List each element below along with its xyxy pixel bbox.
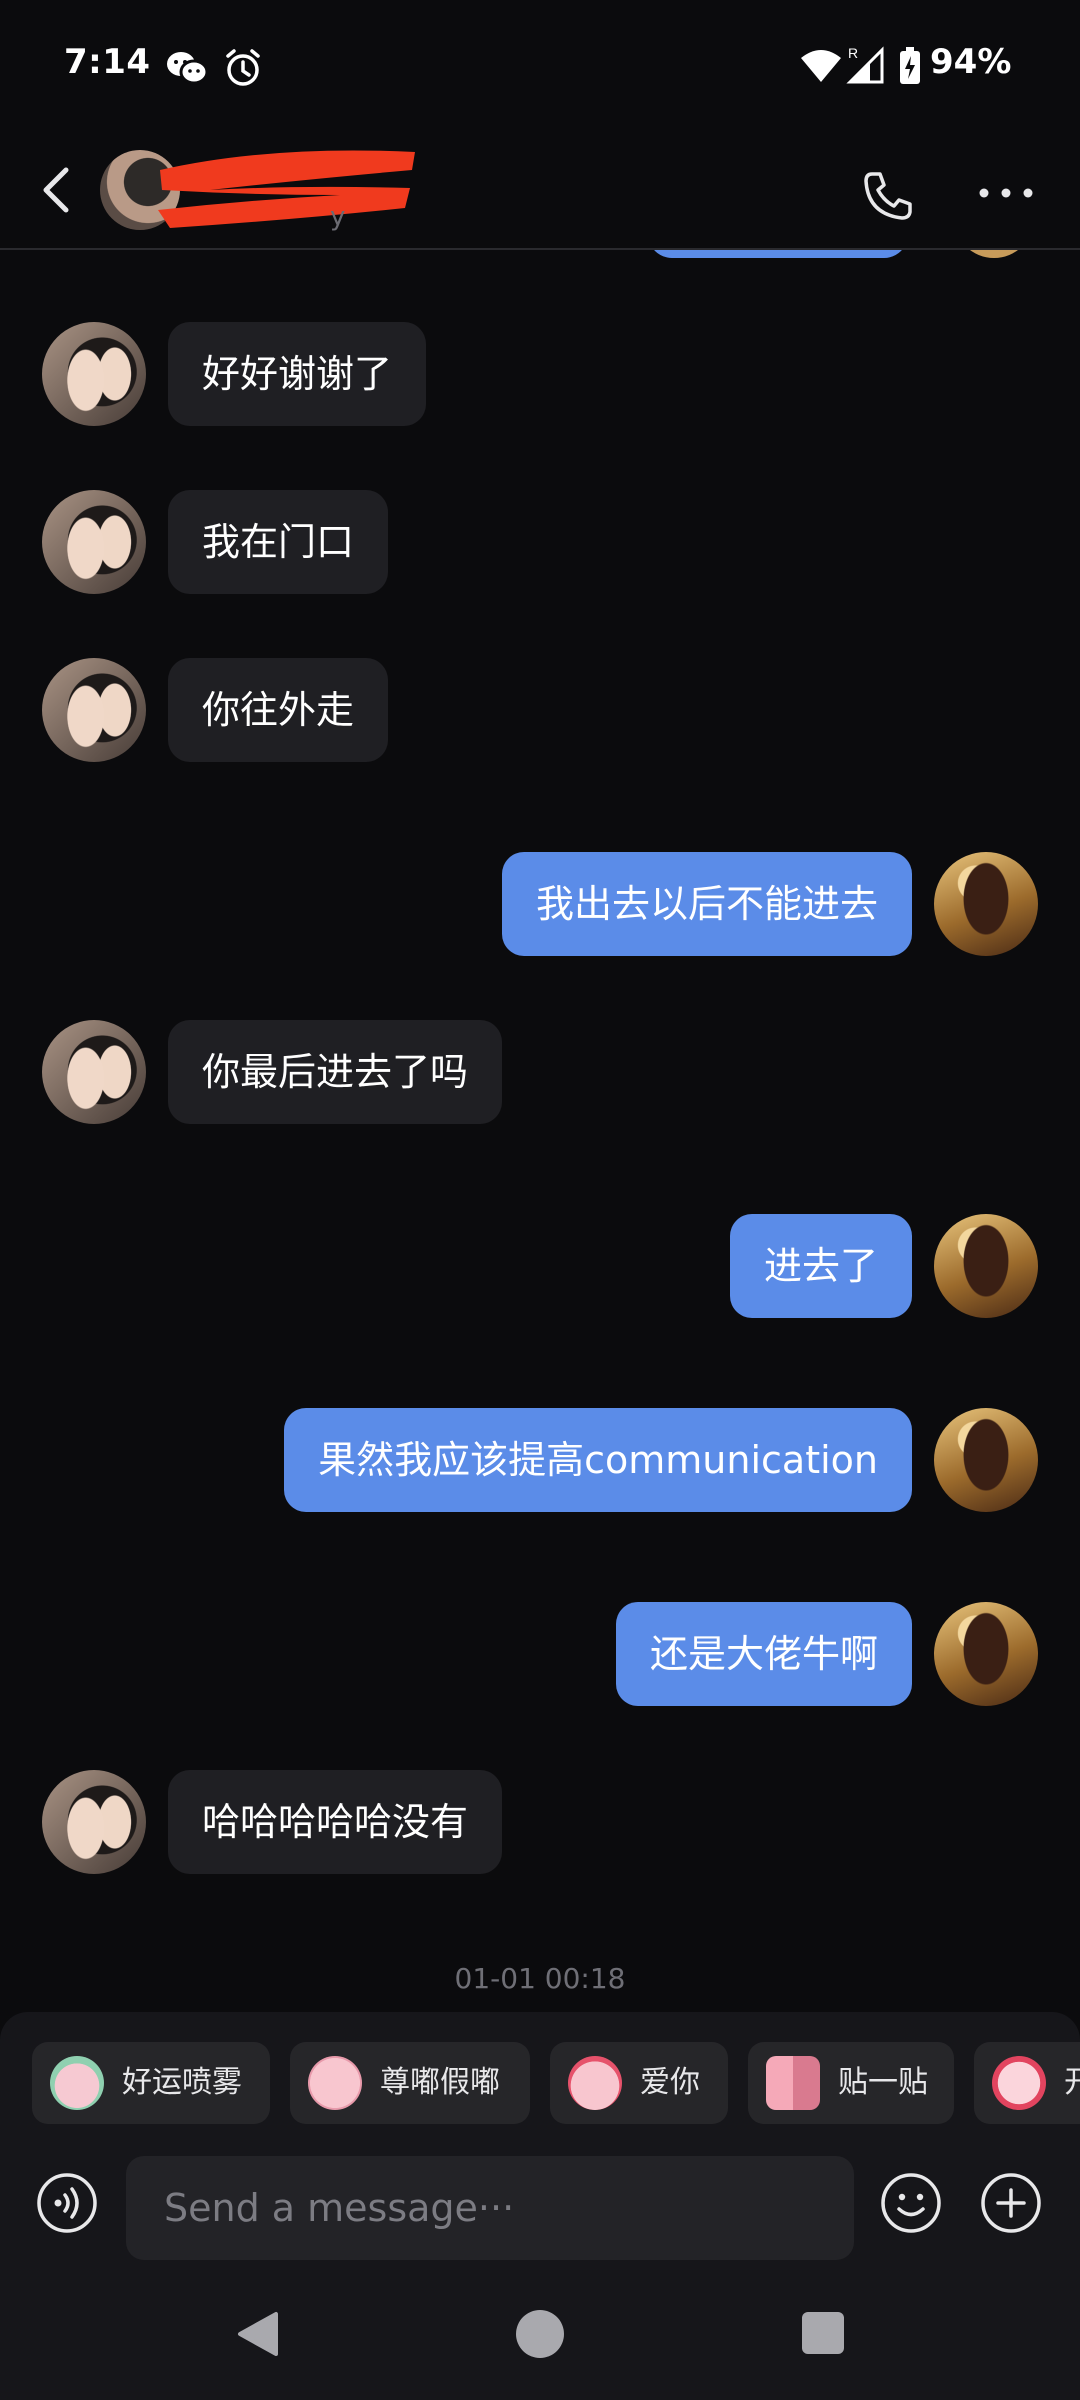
reaction-chip[interactable]: 好运喷雾 — [32, 2042, 270, 2124]
reaction-label: 爱你 — [640, 2065, 700, 2100]
nav-back-icon[interactable] — [236, 2310, 280, 2358]
outgoing-message-bubble[interactable]: 还是大佬牛啊 — [615, 1602, 912, 1706]
own-avatar[interactable] — [934, 1602, 1038, 1706]
reaction-label: 好运喷雾 — [122, 2065, 242, 2100]
message-list[interactable]: 好好谢谢了 我在门口 你往外走 我出去以后不能进去 你最后进去了吗 进去了 果然… — [0, 250, 1080, 2010]
outgoing-message-bubble[interactable]: 进去了 — [729, 1214, 912, 1318]
outgoing-message-bubble[interactable]: 我出去以后不能进去 — [501, 852, 912, 956]
message-input[interactable] — [126, 2156, 854, 2260]
incoming-message-bubble[interactable]: 哈哈哈哈哈没有 — [168, 1770, 503, 1874]
message-timestamp: 01-01 00:18 — [454, 1962, 626, 1995]
incoming-message-bubble[interactable]: 我在门口 — [168, 490, 389, 594]
message-input-bar — [0, 2142, 1080, 2270]
incoming-message-bubble[interactable]: 你往外走 — [168, 658, 389, 762]
voice-input-icon[interactable] — [36, 2172, 98, 2234]
system-navigation-bar — [0, 2270, 1080, 2400]
outgoing-message-bubble[interactable]: 果然我应该提高communication — [284, 1408, 912, 1512]
wechat-icon — [167, 52, 208, 85]
reaction-label: 贴一贴 — [838, 2065, 928, 2100]
contact-avatar[interactable] — [42, 1020, 146, 1124]
contact-subtitle: y — [330, 202, 346, 232]
reaction-chip[interactable]: 爱你 — [550, 2042, 728, 2124]
partial-message-bubble — [648, 250, 908, 258]
reaction-chip[interactable]: 开 — [974, 2042, 1080, 2124]
reaction-label: 尊嘟假嘟 — [380, 2065, 500, 2100]
add-attachment-icon[interactable] — [980, 2172, 1042, 2234]
reaction-chip[interactable]: 贴一贴 — [748, 2042, 954, 2124]
contact-avatar[interactable] — [42, 1770, 146, 1874]
alarm-icon — [226, 49, 260, 86]
svg-text:R: R — [848, 45, 858, 61]
nav-recents-icon[interactable] — [802, 2312, 844, 2354]
emoji-icon[interactable] — [880, 2172, 942, 2234]
own-avatar[interactable] — [934, 852, 1038, 956]
more-options-icon[interactable] — [976, 178, 1036, 208]
redacted-contact-name — [158, 150, 415, 228]
battery-percentage: 94% — [930, 42, 1012, 82]
wifi-icon — [801, 50, 841, 82]
signal-icon: R — [846, 45, 884, 84]
incoming-message-bubble[interactable]: 你最后进去了吗 — [168, 1020, 503, 1124]
lucky-spray-emoji-icon — [50, 2056, 104, 2110]
cuddle-emoji-icon — [766, 2056, 820, 2110]
pig-face-emoji-icon — [308, 2056, 362, 2110]
reaction-chip[interactable]: 尊嘟假嘟 — [290, 2042, 530, 2124]
happy-emoji-icon — [992, 2056, 1046, 2110]
own-avatar[interactable] — [934, 1214, 1038, 1318]
chat-header: y — [0, 130, 1080, 250]
nav-home-icon[interactable] — [516, 2310, 564, 2358]
status-time: 7:14 — [64, 42, 151, 82]
own-avatar[interactable] — [934, 1408, 1038, 1512]
quick-reaction-bar[interactable]: 好运喷雾 尊嘟假嘟 爱你 贴一贴 开 — [0, 2012, 1080, 2142]
own-avatar-partial — [954, 250, 1034, 258]
contact-avatar[interactable] — [42, 658, 146, 762]
reaction-label: 开 — [1064, 2065, 1080, 2100]
phone-call-icon[interactable] — [860, 168, 916, 224]
status-bar: 7:14 R 94% — [0, 0, 1080, 130]
incoming-message-bubble[interactable]: 好好谢谢了 — [168, 322, 427, 426]
love-you-emoji-icon — [568, 2056, 622, 2110]
contact-avatar[interactable] — [42, 490, 146, 594]
contact-avatar[interactable] — [42, 322, 146, 426]
battery-charging-icon — [900, 47, 920, 84]
back-arrow-icon[interactable] — [28, 158, 88, 222]
